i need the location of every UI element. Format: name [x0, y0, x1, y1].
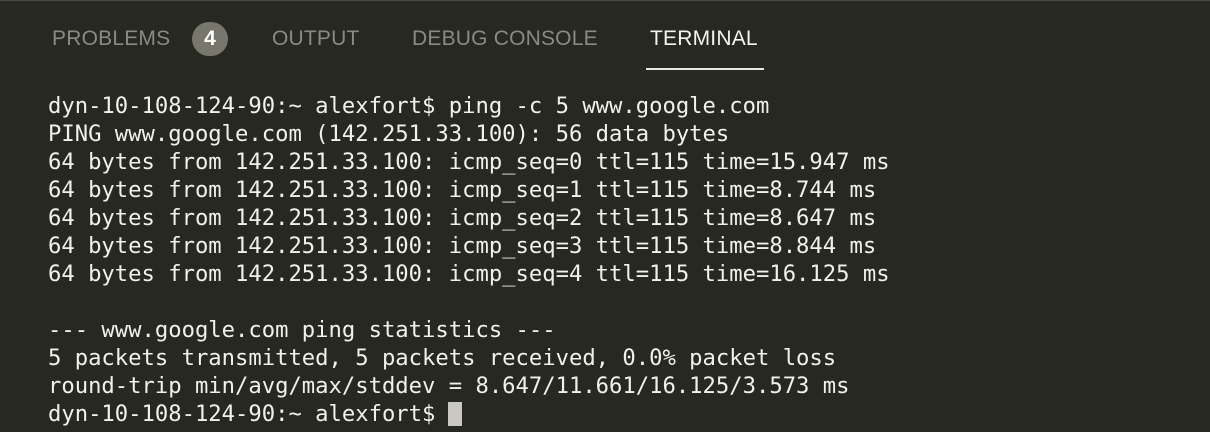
- shell-prompt: dyn-10-108-124-90:~ alexfort$: [48, 401, 436, 427]
- tab-terminal[interactable]: TERMINAL: [646, 0, 764, 70]
- tab-problems-label: PROBLEMS: [52, 27, 171, 50]
- terminal-line: 64 bytes from 142.251.33.100: icmp_seq=1…: [48, 177, 877, 203]
- terminal-line: 64 bytes from 142.251.33.100: icmp_seq=0…: [48, 149, 890, 175]
- problems-count-badge: 4: [192, 22, 228, 56]
- tab-output[interactable]: OUTPUT: [272, 0, 372, 70]
- tab-problems[interactable]: PROBLEMS 4: [52, 0, 232, 70]
- terminal-line: round-trip min/avg/max/stddev = 8.647/11…: [48, 373, 850, 399]
- tab-debug-console-label: DEBUG CONSOLE: [412, 27, 598, 50]
- tab-terminal-label: TERMINAL: [650, 27, 758, 50]
- terminal-output[interactable]: dyn-10-108-124-90:~ alexfort$ ping -c 5 …: [48, 92, 1188, 432]
- terminal-line: 64 bytes from 142.251.33.100: icmp_seq=3…: [48, 233, 877, 259]
- terminal-line: --- www.google.com ping statistics ---: [48, 317, 556, 343]
- terminal-line: 5 packets transmitted, 5 packets receive…: [48, 345, 837, 371]
- terminal-line: 64 bytes from 142.251.33.100: icmp_seq=4…: [48, 261, 890, 287]
- terminal-line: 64 bytes from 142.251.33.100: icmp_seq=2…: [48, 205, 877, 231]
- terminal-line: PING www.google.com (142.251.33.100): 56…: [48, 121, 730, 147]
- terminal-cursor: [448, 402, 463, 426]
- tab-debug-console[interactable]: DEBUG CONSOLE: [412, 0, 612, 70]
- tab-output-label: OUTPUT: [272, 27, 360, 50]
- terminal-line: dyn-10-108-124-90:~ alexfort$ ping -c 5 …: [48, 93, 770, 119]
- panel-tab-bar: PROBLEMS 4 OUTPUT DEBUG CONSOLE TERMINAL: [0, 0, 1210, 70]
- terminal-prompt-line[interactable]: dyn-10-108-124-90:~ alexfort$: [48, 400, 463, 428]
- active-tab-underline: [646, 68, 764, 70]
